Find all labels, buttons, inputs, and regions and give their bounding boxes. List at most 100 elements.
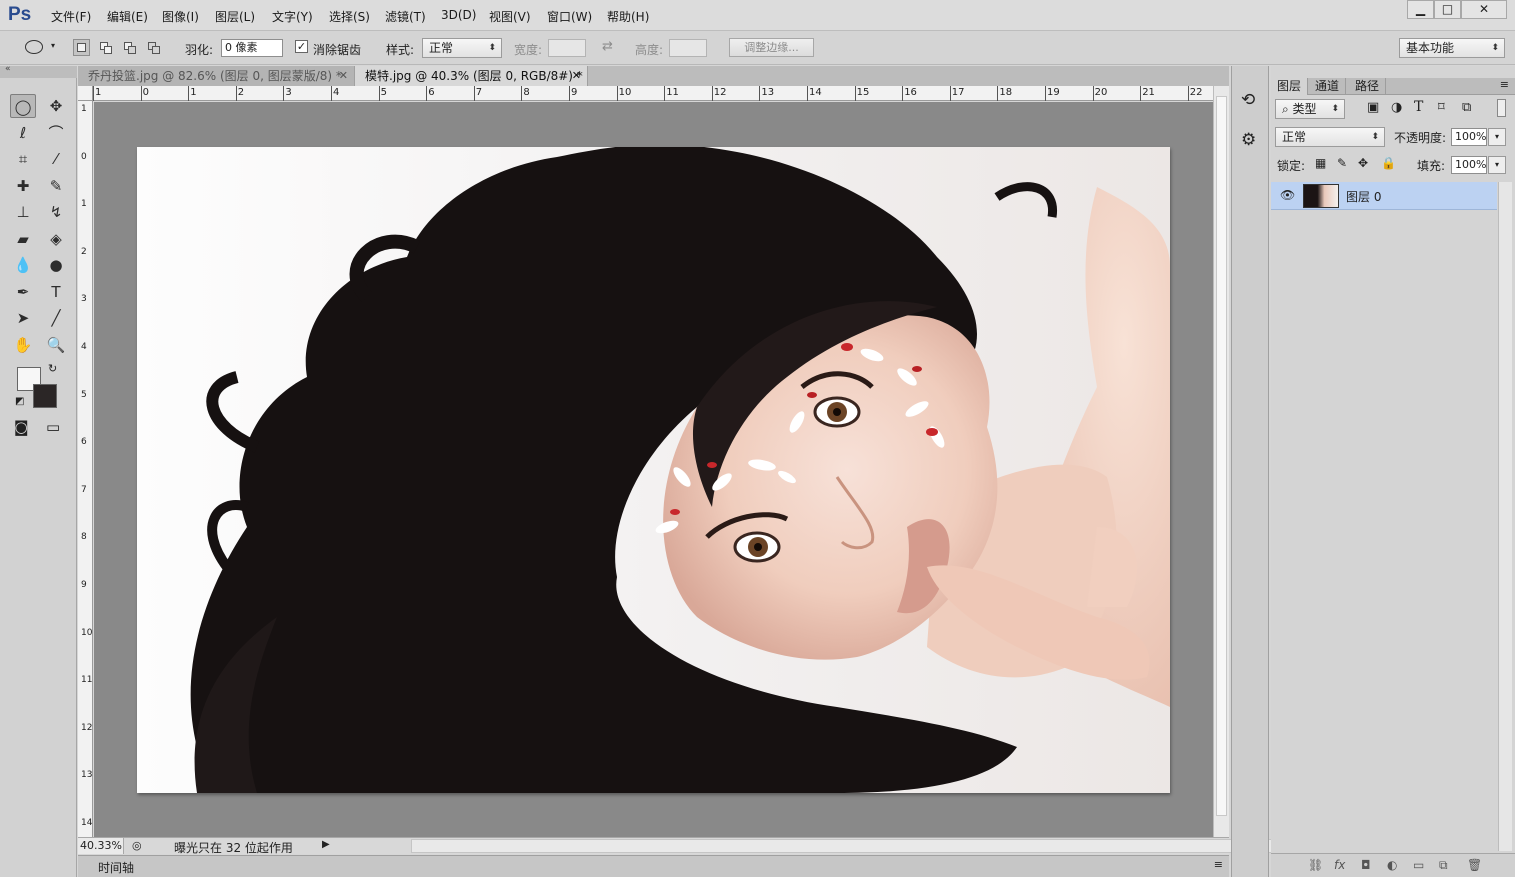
menu-3d[interactable]: 3D(D): [441, 8, 476, 22]
new-selection-mode-button[interactable]: [73, 39, 90, 56]
menu-edit[interactable]: 编辑(E): [107, 8, 148, 25]
shape-filter-icon[interactable]: ⌑: [1438, 100, 1445, 115]
paint-bucket-tool-icon[interactable]: ◈: [43, 227, 69, 251]
eraser-tool-icon[interactable]: ▰: [10, 227, 36, 251]
intersect-selection-mode-button[interactable]: [145, 39, 162, 56]
scroll-thumb[interactable]: [1216, 96, 1227, 816]
clone-stamp-tool-icon[interactable]: ⊥: [10, 200, 36, 224]
canvas-photo[interactable]: [137, 147, 1170, 793]
opacity-input[interactable]: 100%: [1451, 128, 1487, 146]
fill-slider-toggle[interactable]: ▾: [1488, 156, 1506, 174]
status-menu-arrow-icon[interactable]: ▶: [322, 839, 330, 850]
menu-layer[interactable]: 图层(L): [215, 8, 255, 25]
tab-jordan[interactable]: 乔丹投篮.jpg @ 82.6% (图层 0, 图层蒙版/8) * ✕: [78, 66, 355, 86]
lock-all-icon[interactable]: 🔒: [1381, 156, 1396, 170]
swap-colors-icon[interactable]: ↻: [48, 362, 57, 375]
layer-thumbnail[interactable]: [1303, 184, 1339, 208]
close-tab-icon[interactable]: ✕: [339, 66, 348, 86]
add-selection-mode-button[interactable]: [97, 39, 114, 56]
vertical-scrollbar[interactable]: [1213, 86, 1229, 837]
background-color-swatch[interactable]: [33, 384, 57, 408]
hand-tool-icon[interactable]: ✋: [10, 333, 36, 357]
crop-tool-icon[interactable]: ⌗: [10, 147, 36, 171]
delete-layer-icon[interactable]: 🗑: [1467, 858, 1482, 872]
layer-style-icon[interactable]: fx: [1334, 858, 1345, 872]
path-selection-tool-icon[interactable]: ➤: [10, 306, 36, 330]
status-info-icon[interactable]: ◎: [132, 839, 142, 852]
swap-dimensions-icon[interactable]: ⇄: [602, 39, 613, 54]
layer-filter-select[interactable]: ⌕ 类型 ⬍: [1275, 99, 1345, 119]
menu-filter[interactable]: 滤镜(T): [385, 8, 426, 25]
subtract-selection-mode-button[interactable]: [121, 39, 138, 56]
fill-input[interactable]: 100%: [1451, 156, 1487, 174]
menu-file[interactable]: 文件(F): [51, 8, 91, 25]
eyedropper-tool-icon[interactable]: ⁄: [43, 147, 69, 171]
tab-paths[interactable]: 路径: [1349, 78, 1387, 95]
width-input[interactable]: [548, 39, 586, 57]
screen-mode-icon[interactable]: ▭: [46, 418, 60, 436]
refine-edge-button[interactable]: 调整边缘...: [729, 38, 814, 57]
brush-tool-icon[interactable]: ✎: [43, 174, 69, 198]
panel-menu-icon[interactable]: ≡: [1214, 858, 1223, 871]
lasso-tool-icon[interactable]: ℓ: [10, 121, 36, 145]
lock-position-icon[interactable]: ✥: [1358, 156, 1368, 170]
layers-scrollbar[interactable]: [1498, 182, 1512, 851]
smart-object-filter-icon[interactable]: ⧉: [1462, 100, 1471, 115]
filter-toggle-switch[interactable]: [1497, 99, 1506, 117]
height-input[interactable]: [669, 39, 707, 57]
maximize-button[interactable]: □: [1434, 0, 1461, 19]
layer-name[interactable]: 图层 0: [1346, 188, 1381, 205]
menu-window[interactable]: 窗口(W): [547, 8, 592, 25]
blur-tool-icon[interactable]: 💧: [10, 253, 36, 277]
ruler-origin[interactable]: [78, 86, 93, 101]
blend-mode-select[interactable]: 正常 ⬍: [1275, 127, 1385, 147]
menu-type[interactable]: 文字(Y): [272, 8, 313, 25]
lock-image-icon[interactable]: ✎: [1337, 156, 1347, 170]
link-layers-icon[interactable]: ⛓: [1308, 858, 1323, 872]
new-group-icon[interactable]: ▭: [1413, 858, 1424, 872]
type-filter-icon[interactable]: T: [1414, 99, 1423, 115]
antialias-checkbox[interactable]: ✓: [295, 40, 308, 53]
panel-menu-icon[interactable]: ≡: [1500, 78, 1509, 91]
type-tool-icon[interactable]: T: [43, 280, 69, 304]
tools-collapse-bar[interactable]: «: [0, 64, 77, 78]
menu-help[interactable]: 帮助(H): [607, 8, 649, 25]
add-mask-icon[interactable]: ◘: [1361, 858, 1371, 872]
tab-model[interactable]: 模特.jpg @ 40.3% (图层 0, RGB/8#) * ✕: [355, 66, 588, 86]
properties-panel-icon[interactable]: ⚙: [1241, 130, 1256, 150]
pen-tool-icon[interactable]: ✒: [10, 280, 36, 304]
history-panel-icon[interactable]: ⟲: [1241, 90, 1255, 110]
visibility-eye-icon[interactable]: 👁: [1280, 188, 1295, 202]
style-select[interactable]: 正常 ⬍: [422, 38, 502, 58]
spot-healing-brush-icon[interactable]: ✚: [10, 174, 36, 198]
new-adjustment-layer-icon[interactable]: ◐: [1387, 858, 1397, 872]
tool-preset-arrow-icon[interactable]: ▾: [51, 41, 55, 50]
line-tool-icon[interactable]: ╱: [43, 306, 69, 330]
adjustment-filter-icon[interactable]: ◑: [1391, 100, 1402, 115]
move-tool-icon[interactable]: ✥: [43, 94, 69, 118]
default-colors-icon[interactable]: ◩: [15, 396, 24, 407]
pixel-filter-icon[interactable]: ▣: [1367, 100, 1379, 115]
zoom-level-field[interactable]: 40.33%: [78, 838, 124, 854]
tool-preset-ellipse-icon[interactable]: [25, 40, 43, 54]
menu-image[interactable]: 图像(I): [162, 8, 199, 25]
opacity-slider-toggle[interactable]: ▾: [1488, 128, 1506, 146]
minimize-button[interactable]: ▁: [1407, 0, 1434, 19]
dodge-tool-icon[interactable]: ●: [43, 253, 69, 277]
new-layer-icon[interactable]: ⧉: [1439, 858, 1448, 873]
elliptical-marquee-tool-icon[interactable]: ◯: [10, 94, 36, 118]
horizontal-scrollbar[interactable]: [411, 839, 1289, 853]
zoom-tool-icon[interactable]: 🔍: [43, 333, 69, 357]
menu-view[interactable]: 视图(V): [489, 8, 531, 25]
quick-mask-icon[interactable]: ◙: [14, 418, 29, 436]
feather-input[interactable]: 0 像素: [221, 39, 283, 57]
history-brush-icon[interactable]: ↯: [43, 200, 69, 224]
tab-channels[interactable]: 通道: [1309, 78, 1347, 95]
quick-selection-tool-icon[interactable]: ⌒: [43, 121, 69, 145]
tab-layers[interactable]: 图层: [1271, 78, 1309, 95]
lock-transparent-icon[interactable]: ▦: [1315, 156, 1326, 170]
close-button[interactable]: ✕: [1461, 0, 1507, 19]
menu-select[interactable]: 选择(S): [329, 8, 370, 25]
close-tab-icon[interactable]: ✕: [572, 66, 581, 86]
workspace-select[interactable]: 基本功能 ⬍: [1399, 38, 1505, 58]
